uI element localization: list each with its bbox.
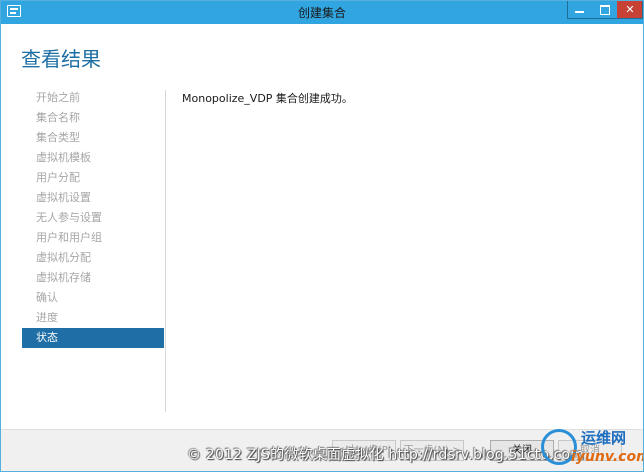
step-status[interactable]: 状态 — [22, 328, 164, 348]
logo-text-secondary: iyunv.com — [571, 449, 644, 465]
create-collection-window: 创建集合 ✕ 查看结果 开始之前 集合名称 集合类型 虚拟机模板 用户分配 虚拟… — [0, 0, 644, 472]
wizard-steps-nav: 开始之前 集合名称 集合类型 虚拟机模板 用户分配 虚拟机设置 无人参与设置 用… — [22, 88, 164, 348]
minimize-icon — [575, 11, 584, 13]
step-vm-allocation: 虚拟机分配 — [36, 251, 91, 264]
step-users-and-groups: 用户和用户组 — [36, 231, 102, 244]
title-bar[interactable]: 创建集合 ✕ — [1, 1, 643, 24]
step-vm-template: 虚拟机模板 — [36, 151, 91, 164]
step-confirmation: 确认 — [36, 291, 58, 304]
step-unattended-settings: 无人参与设置 — [36, 211, 102, 224]
maximize-icon — [599, 5, 610, 15]
logo-text-primary: 运维网 — [581, 429, 627, 447]
nav-divider — [165, 90, 166, 412]
status-message: Monopolize_VDP 集合创建成功。 — [182, 92, 353, 105]
window-title: 创建集合 — [297, 6, 346, 20]
maximize-button[interactable] — [592, 1, 617, 19]
step-vm-storage: 虚拟机存储 — [36, 271, 91, 284]
step-collection-type: 集合类型 — [36, 131, 80, 144]
watermark-text: © 2012 ZJS的微软桌面虚拟化 http://rdsrv.blog.51c… — [187, 447, 585, 463]
close-window-button[interactable]: ✕ — [617, 1, 643, 19]
step-collection-name: 集合名称 — [36, 111, 80, 124]
step-before-you-begin: 开始之前 — [36, 91, 80, 104]
minimize-button[interactable] — [567, 1, 592, 19]
step-user-assignment: 用户分配 — [36, 171, 80, 184]
step-progress: 进度 — [36, 311, 58, 324]
page-title: 查看结果 — [21, 47, 101, 71]
site-logo: 运维网 iyunv.com — [541, 425, 643, 471]
step-vm-settings: 虚拟机设置 — [36, 191, 91, 204]
close-icon: ✕ — [625, 3, 635, 16]
